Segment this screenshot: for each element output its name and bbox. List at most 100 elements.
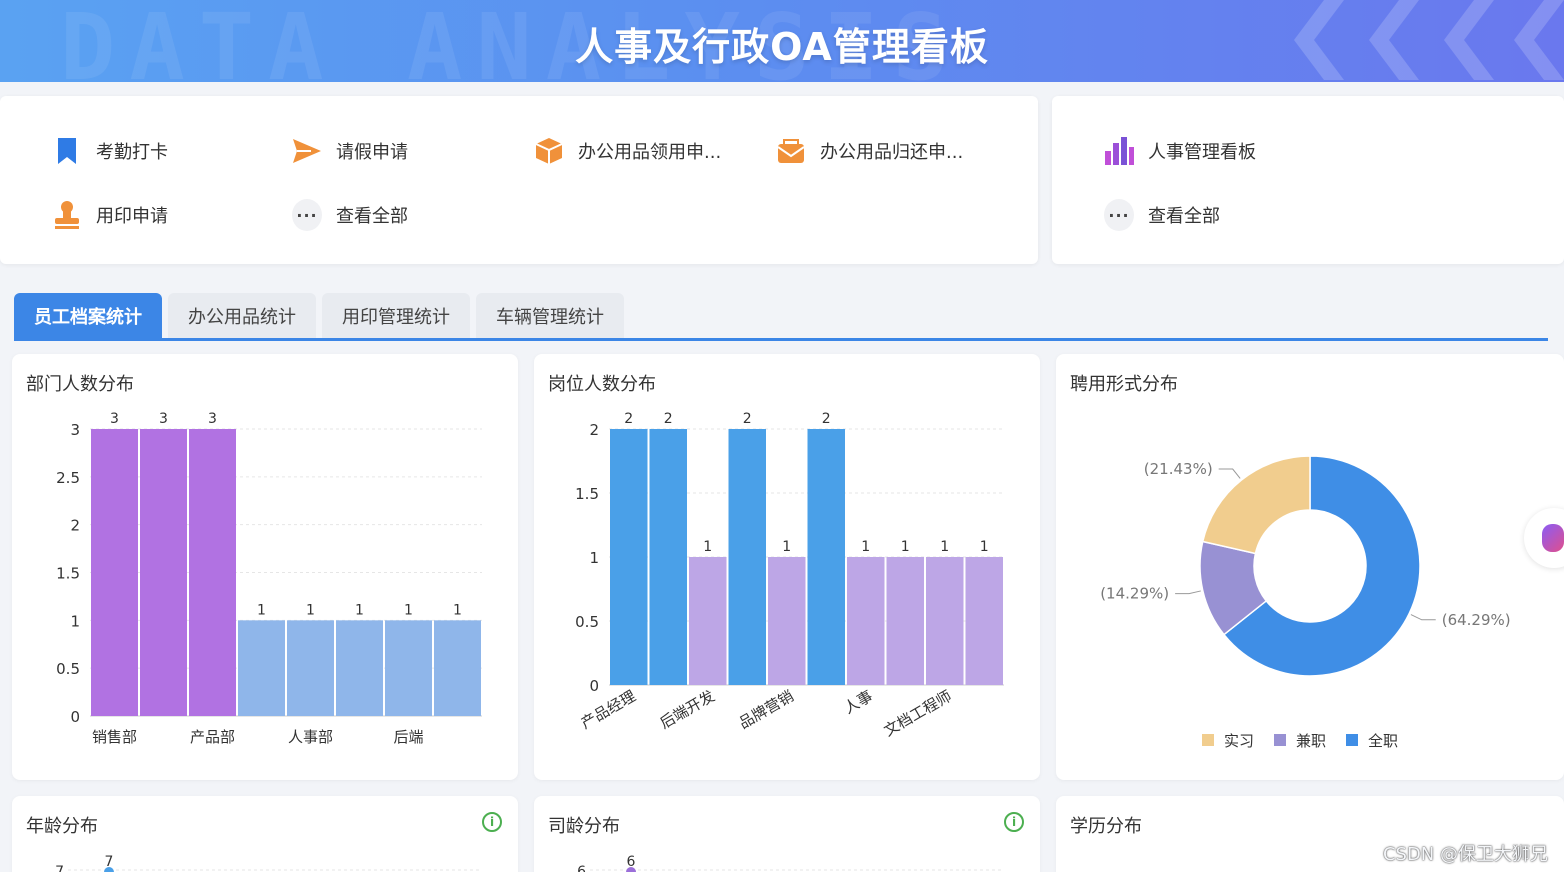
bookmark-icon — [52, 136, 82, 166]
bar[interactable] — [140, 429, 187, 716]
info-icon[interactable]: i — [1004, 812, 1024, 832]
dept-chart-title: 部门人数分布 — [26, 374, 134, 395]
stats-tabs: 员工档案统计 办公用品统计 用印管理统计 车辆管理统计 — [14, 293, 624, 339]
envelope-icon — [776, 136, 806, 166]
bar-value-label: 2 — [822, 411, 831, 427]
y-tick-label: 0.5 — [56, 660, 80, 678]
bar[interactable] — [886, 557, 925, 685]
edu-chart-title: 学历分布 — [1070, 816, 1142, 837]
pie-leader-line — [1175, 590, 1201, 595]
view-all-dashboards-label: 查看全部 — [1148, 206, 1220, 227]
y-tick-label: 1.5 — [56, 565, 80, 583]
pie-percent-label: (14.29%) — [1100, 585, 1169, 603]
attendance-link[interactable]: 考勤打卡 — [52, 136, 168, 166]
bar-value-label: 1 — [306, 602, 315, 618]
bar-value-label: 1 — [453, 602, 462, 618]
leave-request-link[interactable]: 请假申请 — [292, 136, 408, 166]
y-tick-label: 1 — [589, 549, 599, 567]
bar[interactable] — [610, 429, 648, 685]
tab-seal-management[interactable]: 用印管理统计 — [322, 293, 470, 339]
age-chart-card: 年龄分布 i 77 — [12, 796, 518, 872]
bar-value-label: 2 — [624, 411, 633, 427]
bar[interactable] — [965, 557, 1004, 685]
post-bar-chart: 0 0.5 1 1.5 2 2 产品经理 2 1 后端开发 2 1 品牌营销 2 1 人事 1 1 文档工程师 1 — [575, 411, 1004, 740]
x-tick-label: 产品经理 — [578, 687, 639, 733]
view-all-link[interactable]: ··· 查看全部 — [292, 199, 408, 231]
x-tick-label: 文档工程师 — [881, 687, 955, 740]
pie-leader-line — [1218, 468, 1241, 479]
pie-percent-label: (64.29%) — [1442, 611, 1511, 629]
post-chart-card: 岗位人数分布 0 0.5 1 1.5 2 2 产品经理 2 1 后端开发 2 1 品牌营销 2 1 人事 1 1 文… — [534, 354, 1040, 780]
bar-value-label: 1 — [404, 602, 413, 618]
x-tick-label: 后端开发 — [657, 687, 718, 733]
chevron-decoration-icon — [1294, 0, 1564, 80]
bar[interactable] — [91, 429, 138, 716]
bar[interactable] — [768, 557, 806, 685]
box-icon — [534, 136, 564, 166]
y-tick-label: 2 — [70, 517, 80, 535]
bar[interactable] — [847, 557, 885, 685]
bar[interactable] — [926, 557, 964, 685]
bar[interactable] — [434, 620, 481, 716]
legend-label[interactable]: 实习 — [1224, 732, 1254, 750]
bar[interactable] — [287, 620, 334, 716]
y-tick-label: 0.5 — [575, 613, 599, 631]
info-icon[interactable]: i — [482, 812, 502, 832]
bar-value-label: 1 — [901, 539, 910, 555]
pie-percent-label: (21.43%) — [1144, 460, 1213, 478]
bar[interactable] — [807, 429, 846, 685]
y-tick-label: 7 — [55, 864, 64, 872]
bar-value-label: 1 — [355, 602, 364, 618]
bar-value-label: 1 — [782, 539, 791, 555]
view-all-dashboards-link[interactable]: ··· 查看全部 — [1104, 199, 1220, 231]
y-tick-label: 3 — [70, 421, 80, 439]
pie-slice[interactable] — [1201, 455, 1311, 555]
bar-value-label: 1 — [980, 539, 989, 555]
office-supply-return-label: 办公用品归还申... — [820, 142, 964, 163]
bar[interactable] — [238, 620, 285, 716]
bar[interactable] — [689, 557, 727, 685]
hire-donut-chart: (21.43%) (14.29%) (64.29%) 实习 兼职 全职 — [1100, 455, 1511, 750]
tenure-chart-title: 司龄分布 — [548, 816, 620, 837]
bar[interactable] — [336, 620, 383, 716]
bar[interactable] — [649, 429, 688, 685]
y-tick-label: 2 — [589, 421, 599, 439]
tab-employee-records[interactable]: 员工档案统计 — [14, 293, 162, 339]
y-tick-label: 6 — [577, 864, 586, 872]
legend-label[interactable]: 兼职 — [1296, 732, 1326, 750]
x-tick-label: 品牌营销 — [736, 687, 797, 733]
office-supply-claim-label: 办公用品领用申... — [578, 142, 722, 163]
hire-chart-card: 聘用形式分布 (21.43%) (14.29%) (64.29%) 实习 兼职 全职 — [1056, 354, 1564, 780]
tab-office-supplies[interactable]: 办公用品统计 — [168, 293, 316, 339]
hire-chart-title: 聘用形式分布 — [1070, 374, 1178, 395]
hr-dashboard-link[interactable]: 人事管理看板 — [1104, 136, 1256, 166]
bar[interactable] — [189, 429, 236, 716]
quick-actions-panel: 考勤打卡 请假申请 办公用品领用申... 办公用品归还申... 用印申请 ···… — [0, 96, 1038, 264]
seal-request-link[interactable]: 用印申请 — [52, 200, 168, 230]
legend-swatch — [1274, 734, 1286, 746]
bar-chart-icon — [1104, 136, 1134, 166]
tab-underline — [14, 338, 1548, 341]
bar-value-label: 1 — [257, 602, 266, 618]
x-tick-label: 销售部 — [92, 728, 137, 746]
bar-value-label: 1 — [861, 539, 870, 555]
legend-swatch — [1202, 734, 1214, 746]
stamp-icon — [52, 200, 82, 230]
bar-value-label: 3 — [159, 411, 168, 427]
y-tick-label: 2.5 — [56, 469, 80, 487]
office-supply-return-link[interactable]: 办公用品归还申... — [776, 136, 963, 166]
seal-request-label: 用印申请 — [96, 206, 168, 227]
bar-value-label: 1 — [940, 539, 949, 555]
office-supply-claim-link[interactable]: 办公用品领用申... — [534, 136, 721, 166]
bar-value-label: 3 — [110, 411, 119, 427]
x-tick-label: 后端 — [393, 728, 423, 746]
view-all-label: 查看全部 — [336, 206, 408, 227]
more-icon: ··· — [1104, 199, 1134, 231]
bar-value-label: 2 — [664, 411, 673, 427]
x-tick-label: 人事部 — [288, 728, 333, 746]
legend-label[interactable]: 全职 — [1368, 732, 1398, 750]
bar[interactable] — [728, 429, 767, 685]
tab-vehicle-management[interactable]: 车辆管理统计 — [476, 293, 624, 339]
assistant-icon — [1542, 524, 1564, 552]
bar[interactable] — [385, 620, 432, 716]
